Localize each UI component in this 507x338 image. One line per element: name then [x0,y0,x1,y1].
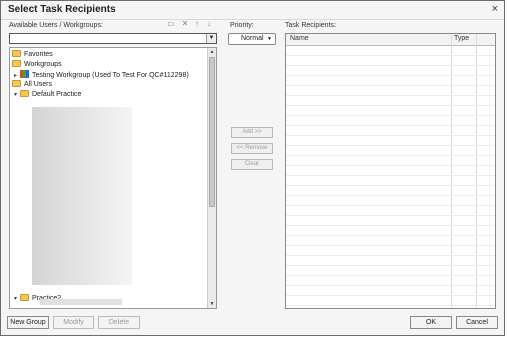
folder-icon [12,60,21,67]
folder-icon [12,80,21,87]
tree-node-label: Default Practice [32,91,82,98]
grid-header: Name Type [286,34,495,46]
grid-row-line [286,305,495,306]
grid-row-line [286,115,495,116]
grid-row-line [286,235,495,236]
grid-row-line [286,175,495,176]
grid-row-line [286,75,495,76]
available-users-label: Available Users / Workgroups: [9,22,103,29]
grid-row-line [286,245,495,246]
move-up-icon[interactable]: ↑ [193,20,201,28]
priority-label: Priority: [230,22,254,29]
priority-value: Normal [241,35,264,42]
task-recipients-grid[interactable]: Name Type [285,33,496,309]
grid-row-line [286,125,495,126]
folder-icon [20,90,29,97]
clear-button[interactable]: Clear [231,159,273,170]
grid-row-line [286,95,495,96]
task-recipients-label: Task Recipients: [285,22,336,29]
move-down-icon[interactable]: ↓ [205,20,213,28]
grid-row-line [286,135,495,136]
new-workgroup-icon[interactable]: ▭ [167,20,175,28]
column-header-type[interactable]: Type [454,35,469,42]
tree-node-label: Testing Workgroup (Used To Test For QC#1… [32,72,189,79]
tree-node-label: Favorites [24,51,53,58]
user-search-combo[interactable]: ▼ [9,33,217,44]
folder-icon [20,294,29,301]
tree-node-workgroups[interactable]: Workgroups [12,60,62,69]
delete-button[interactable]: Delete [98,316,140,329]
add-button[interactable]: Add >> [231,127,273,138]
tree-scrollbar[interactable]: ▲ ▼ [207,48,216,308]
tree-node-all-users[interactable]: All Users [12,80,52,89]
grid-row-line [286,195,495,196]
scroll-up-icon[interactable]: ▲ [208,48,216,56]
title-bar: Select Task Recipients × [1,1,504,20]
grid-row-line [286,155,495,156]
tree-node-favorites[interactable]: Favorites [12,50,53,59]
grid-row-line [286,55,495,56]
grid-row-line [286,225,495,226]
chevron-down-icon: ▼ [267,36,272,42]
delete-icon[interactable]: ✕ [181,20,189,28]
grid-row-line [286,205,495,206]
grid-row-line [286,85,495,86]
priority-dropdown[interactable]: Normal ▼ [228,33,276,45]
grid-row-line [286,255,495,256]
chevron-down-icon[interactable]: ▼ [206,34,216,43]
grid-row-line [286,65,495,66]
column-header-name[interactable]: Name [290,35,309,42]
grid-row-line [286,215,495,216]
workgroup-icon [20,70,29,78]
modify-button[interactable]: Modify [53,316,94,329]
grid-row-line [286,285,495,286]
grid-row-line [286,295,495,296]
remove-button[interactable]: << Remove [231,143,273,154]
redacted-user-entry [40,299,122,305]
grid-row-line [286,275,495,276]
scroll-down-icon[interactable]: ▼ [208,300,216,308]
scroll-thumb[interactable] [209,57,215,207]
grid-row-line [286,105,495,106]
tree-node-label: Workgroups [24,61,62,68]
grid-row-line [286,265,495,266]
dialog-title: Select Task Recipients [8,4,116,15]
cancel-button[interactable]: Cancel [456,316,498,329]
grid-row-line [286,145,495,146]
grid-row-line [286,185,495,186]
redacted-user-list [32,107,132,285]
tree-node-default-practice[interactable]: ▾ Default Practice [14,90,81,100]
grid-row-line [286,165,495,166]
tree-node-label: All Users [24,81,53,88]
close-icon[interactable]: × [492,3,498,15]
new-group-button[interactable]: New Group [7,316,49,329]
select-task-recipients-dialog: Select Task Recipients × Available Users… [0,0,505,336]
folder-icon [12,50,21,57]
ok-button[interactable]: OK [410,316,452,329]
